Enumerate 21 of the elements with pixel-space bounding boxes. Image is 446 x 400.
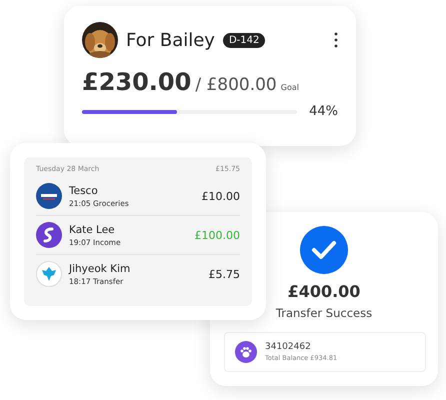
payee-name: Kate Lee bbox=[69, 224, 116, 236]
payee-name: Tesco bbox=[69, 184, 99, 196]
transfer-status: Transfer Success bbox=[276, 306, 372, 320]
paw-icon bbox=[235, 341, 257, 363]
goal-label: Goal bbox=[280, 83, 299, 92]
check-icon bbox=[300, 226, 348, 274]
eagle-logo-icon bbox=[36, 261, 62, 287]
more-icon[interactable] bbox=[334, 32, 338, 48]
swirl-logo-icon bbox=[36, 222, 62, 248]
transfer-amount: £400.00 bbox=[288, 282, 360, 301]
saved-amount: £230.00 bbox=[82, 68, 192, 96]
transaction-amount: £5.75 bbox=[208, 268, 240, 280]
payee-name: Jihyeok Kim bbox=[69, 262, 130, 274]
store-logo-icon bbox=[36, 183, 62, 209]
transaction-amount: £100.00 bbox=[194, 228, 240, 242]
goal-target: / £800.00 bbox=[195, 75, 277, 95]
progress-percent: 44% bbox=[309, 104, 338, 119]
account-number: 34102462 bbox=[265, 342, 312, 352]
goal-badge: D-142 bbox=[222, 32, 266, 48]
transaction-amount: £10.00 bbox=[202, 190, 240, 202]
goal-title: For Bailey bbox=[126, 30, 215, 50]
